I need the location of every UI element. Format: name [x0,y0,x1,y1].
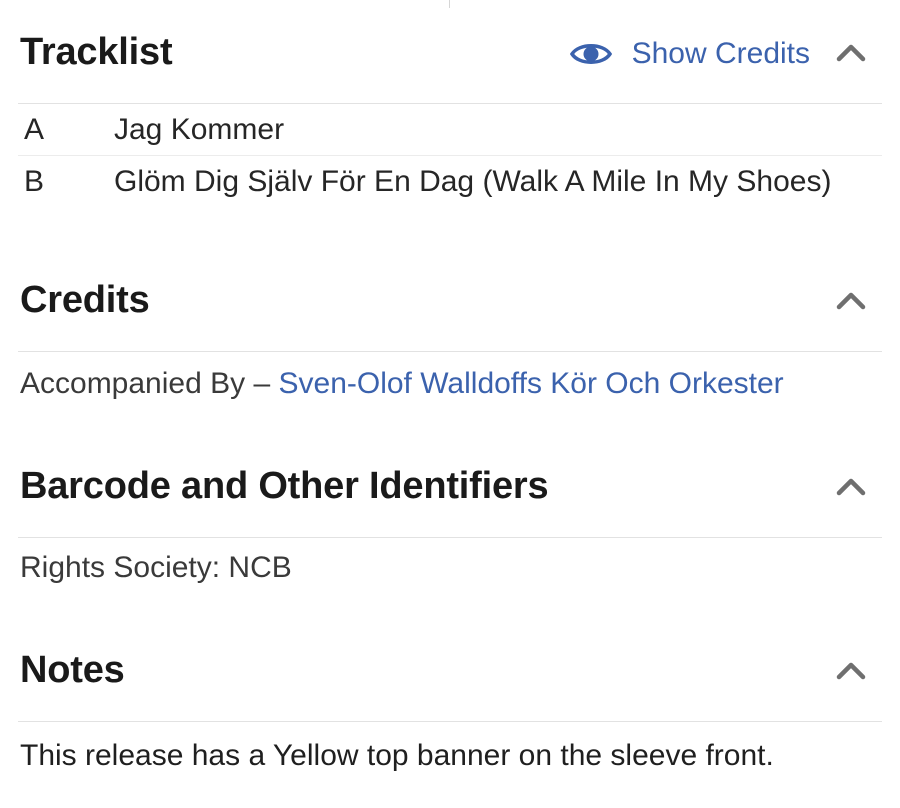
tracklist-header: Tracklist Show Credits [18,0,882,104]
notes-title: Notes [20,649,125,691]
track-row: B Glöm Dig Själv För En Dag (Walk A Mile… [18,156,882,208]
identifiers-header: Barcode and Other Identifiers [18,434,882,538]
show-credits-label: Show Credits [631,37,810,70]
track-row: A Jag Kommer [18,104,882,156]
notes-header: Notes [18,618,882,722]
chevron-up-icon[interactable] [836,286,866,314]
credits-header: Credits [18,248,882,352]
tracklist-title: Tracklist [20,31,173,73]
track-position: A [24,113,45,146]
chevron-up-icon[interactable] [836,38,866,66]
tracklist-section: Tracklist Show Credits A Jag Kommer B Gl… [18,0,882,208]
chevron-up-icon[interactable] [836,472,866,500]
identifiers-title: Barcode and Other Identifiers [20,465,549,507]
track-title: Glöm Dig Själv För En Dag (Walk A Mile I… [114,165,832,198]
credits-section: Credits Accompanied By – Sven-Olof Walld… [18,248,882,406]
track-position: B [24,165,45,198]
credits-title: Credits [20,279,150,321]
show-credits-button[interactable]: Show Credits [569,34,810,74]
credit-artist-link[interactable]: Sven-Olof Walldoffs Kör Och Orkester [279,367,784,400]
eye-icon [569,44,612,64]
track-list: A Jag Kommer B Glöm Dig Själv För En Dag… [18,104,882,208]
credit-role: Accompanied By [20,367,246,400]
notes-section: Notes This release has a Yellow top bann… [18,618,882,778]
identifiers-section: Barcode and Other Identifiers Rights Soc… [18,434,882,590]
chevron-up-icon[interactable] [836,656,866,684]
credit-line: Accompanied By – Sven-Olof Walldoffs Kör… [18,362,882,406]
identifier-line: Rights Society: NCB [20,551,292,584]
track-title: Jag Kommer [114,113,285,146]
credit-separator: – [253,367,271,400]
notes-text: This release has a Yellow top banner on … [20,739,774,772]
